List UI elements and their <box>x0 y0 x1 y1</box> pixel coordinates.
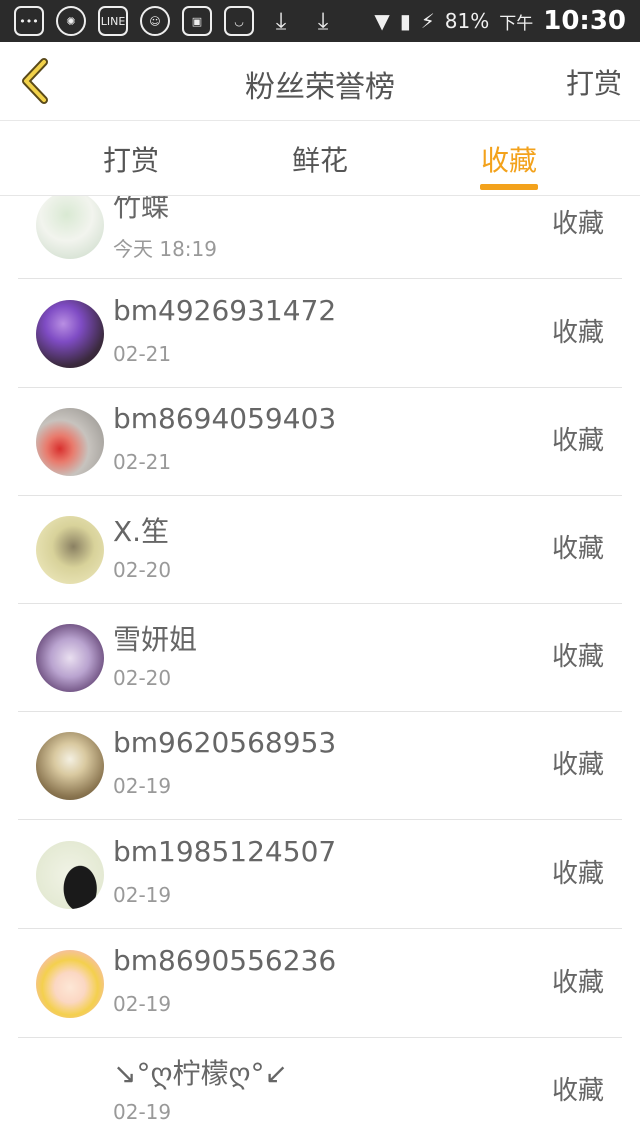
list-item[interactable]: 雪妍姐 02-20 收藏 <box>0 604 640 712</box>
fan-date: 02-21 <box>113 342 172 366</box>
fan-action-label: 收藏 <box>551 534 604 564</box>
status-bar: ••• ✺ LINE ☺ ▣ ◡ ⤓ ⤓ ▼ ▮ ⚡ 81% 下午 10:30 <box>0 0 640 42</box>
fan-name: 雪妍姐 <box>113 623 198 656</box>
avatar-strawberry-hand <box>36 408 104 476</box>
tab-flowers[interactable]: 鲜花 <box>292 139 348 179</box>
aperture-icon: ✺ <box>56 6 86 36</box>
fan-date: 02-20 <box>113 558 172 582</box>
fan-date: 02-19 <box>113 1100 172 1124</box>
list-item[interactable]: X.笙 02-20 收藏 <box>0 496 640 604</box>
fan-date: 02-19 <box>113 774 172 798</box>
clock: 10:30 <box>543 6 626 36</box>
fan-name: bm4926931472 <box>113 294 337 327</box>
wifi-icon: ▼ <box>374 9 390 33</box>
sim-icon: ▮ <box>399 9 411 33</box>
list-item[interactable]: bm8694059403 02-21 收藏 <box>0 388 640 496</box>
download-icon: ⤓ <box>275 7 287 35</box>
download-icon: ⤓ <box>317 7 329 35</box>
avatar-sketch-girl <box>36 196 104 259</box>
fan-action-label: 收藏 <box>551 1076 604 1106</box>
battery-level: 81% <box>444 9 490 33</box>
fan-action-label: 收藏 <box>551 318 604 348</box>
line-icon: LINE <box>98 6 128 36</box>
avatar-purple-balloons <box>36 300 104 368</box>
header: 粉丝荣誉榜 打赏 <box>0 42 640 121</box>
fan-action-label: 收藏 <box>551 426 604 456</box>
fan-action-label: 收藏 <box>551 750 604 780</box>
fan-name: bm9620568953 <box>113 726 337 759</box>
active-tab-indicator <box>480 184 538 190</box>
messages-icon: ••• <box>14 6 44 36</box>
fan-name: bm8690556236 <box>113 944 337 977</box>
chat-icon: ☺ <box>140 6 170 36</box>
fan-date: 02-21 <box>113 450 172 474</box>
list-item[interactable]: ↘°ღ柠檬ღ°↙ 02-19 收藏 <box>0 1038 640 1138</box>
tab-reward[interactable]: 打赏 <box>103 139 159 179</box>
reward-button[interactable]: 打赏 <box>566 62 622 102</box>
fan-name: 竹蝶 <box>113 196 170 223</box>
image-icon: ▣ <box>182 6 212 36</box>
fan-name: bm1985124507 <box>113 835 337 868</box>
fan-action-label: 收藏 <box>551 859 604 889</box>
fan-date: 今天 18:19 <box>113 237 217 261</box>
avatar-person-black <box>36 841 104 909</box>
battery-charging-icon: ⚡ <box>420 9 435 33</box>
fan-name: X.笙 <box>113 515 170 548</box>
page-title: 粉丝荣誉榜 <box>245 70 395 105</box>
divider <box>18 278 622 279</box>
avatar-cartoon-girl <box>36 950 104 1018</box>
fan-action-label: 收藏 <box>551 968 604 998</box>
divider <box>18 928 622 929</box>
time-ampm: 下午 <box>499 13 534 34</box>
divider <box>18 819 622 820</box>
list-item[interactable]: bm1985124507 02-19 收藏 <box>0 821 640 929</box>
avatar-yellow-photo <box>36 516 104 584</box>
avatar-empty <box>36 1058 104 1126</box>
fan-name: bm8694059403 <box>113 402 337 435</box>
shopping-icon: ◡ <box>224 6 254 36</box>
avatar-anime-purple <box>36 624 104 692</box>
fan-date: 02-19 <box>113 883 172 907</box>
fan-date: 02-19 <box>113 992 172 1016</box>
fan-date: 02-20 <box>113 666 172 690</box>
list-item[interactable]: 竹蝶 今天 18:19 收藏 <box>0 196 640 279</box>
list-item[interactable]: bm4926931472 02-21 收藏 <box>0 280 640 388</box>
list-item[interactable]: bm9620568953 02-19 收藏 <box>0 712 640 820</box>
fan-action-label: 收藏 <box>551 209 604 239</box>
fan-name: ↘°ღ柠檬ღ°↙ <box>113 1057 288 1090</box>
tab-bar: 打赏 鲜花 收藏 <box>0 121 640 196</box>
list-item[interactable]: bm8690556236 02-19 收藏 <box>0 930 640 1038</box>
fan-action-label: 收藏 <box>551 642 604 672</box>
avatar-dandelion <box>36 732 104 800</box>
fan-list[interactable]: 竹蝶 今天 18:19 收藏 bm4926931472 02-21 收藏 bm8… <box>0 196 640 1138</box>
tab-favorites[interactable]: 收藏 <box>481 139 537 179</box>
